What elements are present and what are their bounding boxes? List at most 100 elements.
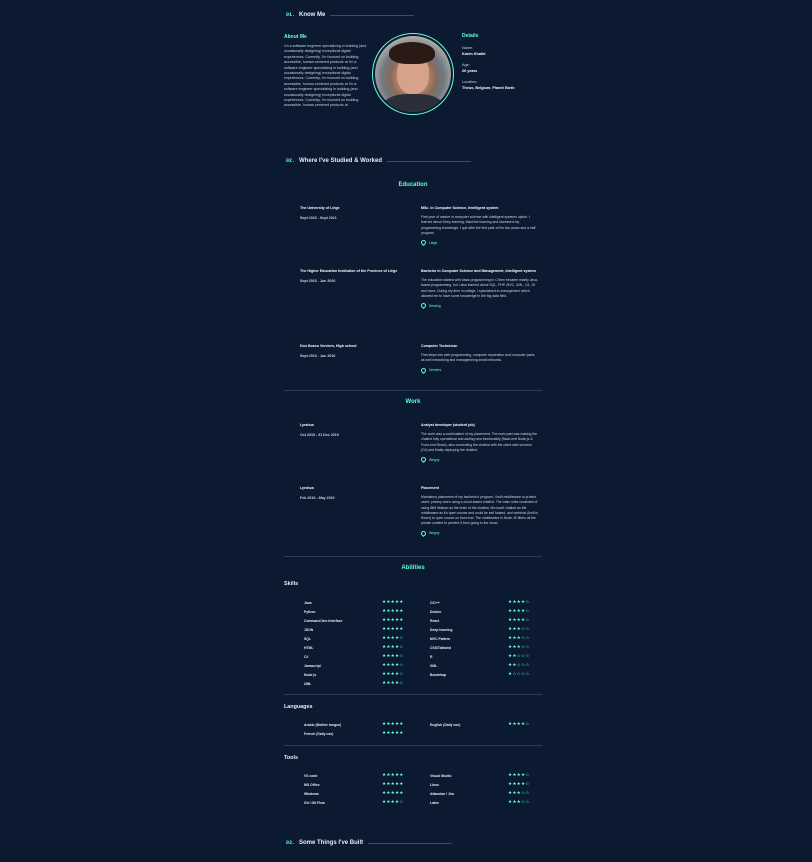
divider [284, 390, 542, 391]
education-item-school: The Higher Education Institution of the … [300, 269, 398, 283]
abilities-heading: Abilities [401, 565, 425, 571]
star-rating: ★★★★☆ [508, 722, 530, 727]
location-link[interactable]: Verviers [419, 366, 539, 374]
star-rating: ★★★★★ [382, 722, 404, 727]
star-rating: ★★☆☆☆ [508, 663, 530, 668]
star-rating: ★★★★☆ [382, 636, 404, 641]
age-value: 26 years [462, 69, 478, 73]
rating-item-name: Node js [304, 673, 317, 677]
education-item-school: The University of Liège Sept 2020 - Sept… [300, 206, 340, 220]
rating-item-name: C# [304, 655, 309, 659]
avatar [372, 33, 454, 115]
map-pin-icon [419, 239, 428, 247]
work-item-company: Lyrahus Feb 2019 - May 2019 [300, 486, 335, 500]
star-rating: ★☆☆☆☆ [508, 672, 530, 677]
location-label: Location: [462, 80, 478, 84]
star-rating: ★★★★★ [382, 773, 404, 778]
star-rating: ★★★★★ [382, 618, 404, 623]
rating-item-name: English (Daily use) [430, 723, 461, 727]
education-item-details: Computer Technician First steps into web… [419, 344, 539, 374]
rating-item-name: Latex [430, 801, 439, 805]
section-number: 01. [286, 12, 296, 18]
star-rating: ★★★★★ [382, 609, 404, 614]
star-rating: ★★★★☆ [508, 773, 530, 778]
star-rating: ★★★☆☆ [508, 645, 530, 650]
divider [368, 842, 453, 844]
location-link[interactable]: Wegny [419, 456, 539, 464]
map-pin-icon [419, 456, 428, 464]
details-heading: Details [462, 33, 479, 39]
section-number: 03. [286, 840, 296, 846]
rating-item-name: CSS/Tailwind [430, 646, 452, 650]
location-value: Theux, Belgium, Planet Earth [462, 86, 515, 90]
rating-item-name: Bootstrap [430, 673, 447, 677]
rating-item-name: Git / Git Flow [304, 801, 325, 805]
section-title: Some Things I've Built [299, 840, 364, 846]
work-item-details: Placement Mandatory placement of my bach… [419, 486, 539, 537]
rating-item-name: JSON [304, 628, 314, 632]
about-heading: About Me [284, 34, 307, 40]
tools-title: Tools [284, 755, 298, 761]
map-pin-icon [419, 529, 428, 537]
star-rating: ★★★★★ [382, 627, 404, 632]
rating-item-name: VS code [304, 774, 318, 778]
star-rating: ★★★☆☆ [508, 800, 530, 805]
rating-item-name: C/C++ [430, 601, 440, 605]
education-heading: Education [398, 182, 428, 188]
education-item-details: MSc. in Computer Science, Intelligent sy… [419, 206, 539, 247]
age-label: Age: [462, 63, 470, 67]
details-panel: Details Name: Karim Khalid Age: 26 years… [462, 33, 542, 90]
rating-item-name: Arabic (Mother tongue) [304, 723, 342, 727]
star-rating: ★★★★★ [382, 782, 404, 787]
rating-item-name: Command line Interface [304, 619, 343, 623]
rating-item-name: UML [304, 682, 312, 686]
star-rating: ★★★★☆ [508, 609, 530, 614]
skills-title: Skills [284, 581, 299, 587]
location-link[interactable]: Liège [419, 239, 539, 247]
star-rating: ★★☆☆☆ [508, 654, 530, 659]
location-link[interactable]: Seraing [419, 302, 539, 310]
section-title: Where I've Studied & Worked [299, 158, 383, 164]
star-rating: ★★★☆☆ [508, 791, 530, 796]
star-rating: ★★★★★ [382, 791, 404, 796]
divider [284, 745, 542, 746]
map-pin-icon [419, 366, 428, 374]
education-item-details: Bachelor in Computer Science and Managem… [419, 269, 539, 310]
star-rating: ★★★★☆ [382, 663, 404, 668]
rating-item-name: French (Daily use) [304, 732, 334, 736]
work-item-details: Analyst developer (student job) The work… [419, 423, 539, 464]
languages-title: Languages [284, 704, 313, 710]
star-rating: ★★★★☆ [508, 782, 530, 787]
map-pin-icon [419, 302, 428, 310]
star-rating: ★★★☆☆ [508, 627, 530, 632]
section-heading-built: 03. Some Things I've Built [286, 840, 453, 846]
about-text: I'm a software engineer specializing in … [284, 44, 367, 108]
star-rating: ★★★★☆ [508, 618, 530, 623]
location-link[interactable]: Wegny [419, 529, 539, 537]
rating-item-name: R [430, 655, 433, 659]
star-rating: ★★★★☆ [508, 600, 530, 605]
rating-item-name: Deep learning [430, 628, 453, 632]
rating-item-name: SQL [304, 637, 311, 641]
rating-item-name: Python [304, 610, 316, 614]
star-rating: ★★★★★ [382, 600, 404, 605]
rating-item-name: Visual Studio [430, 774, 452, 778]
divider [284, 694, 542, 695]
work-heading: Work [405, 399, 421, 405]
rating-item-name: MS Office [304, 783, 320, 787]
section-heading-know-me: 01. Know Me [286, 12, 415, 18]
rating-item-name: XML [430, 664, 438, 668]
rating-item-name: React [430, 619, 440, 623]
section-number: 02. [286, 158, 296, 164]
education-item-school: Don Bosco Verviers, High school Sept 201… [300, 344, 357, 358]
divider [387, 160, 472, 162]
rating-item-name: Javascript [304, 664, 321, 668]
star-rating: ★★★★☆ [382, 672, 404, 677]
star-rating: ★★★★☆ [382, 681, 404, 686]
rating-item-name: Windows [304, 792, 319, 796]
profile-photo [375, 36, 451, 112]
section-heading-studied-worked: 02. Where I've Studied & Worked [286, 158, 472, 164]
star-rating: ★★★★☆ [382, 645, 404, 650]
rating-item-name: Docker [430, 610, 442, 614]
divider [330, 14, 415, 16]
